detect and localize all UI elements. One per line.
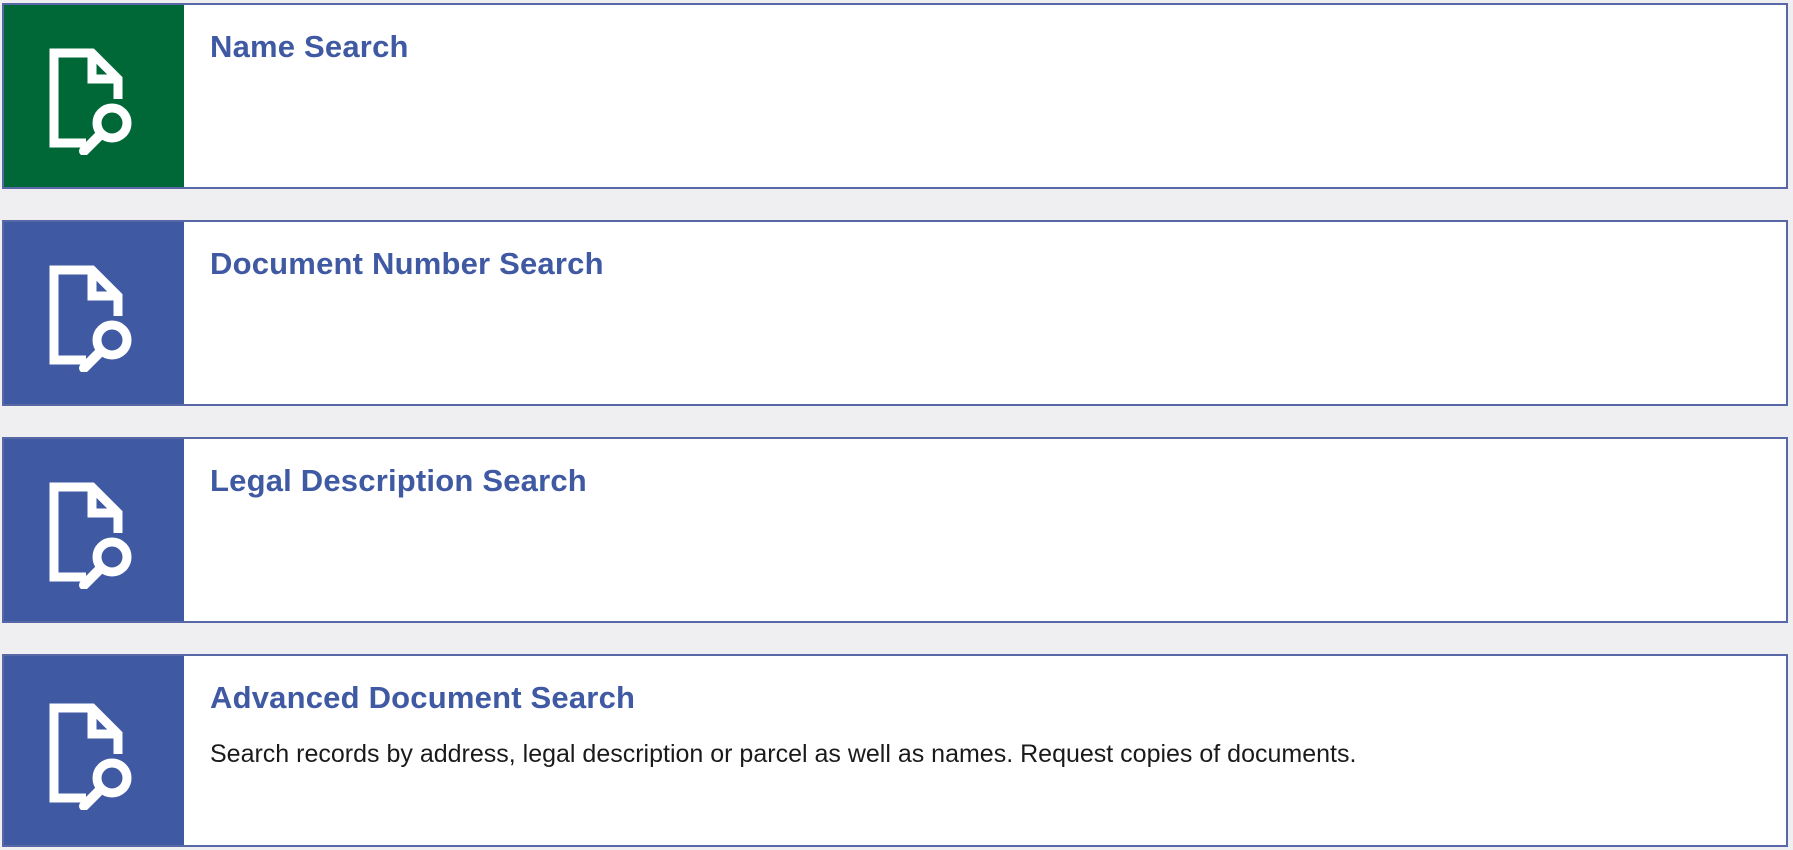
document-search-icon [49, 48, 132, 155]
card-body: Legal Description Search [184, 439, 587, 621]
card-body: Document Number Search [184, 222, 604, 404]
search-card-advanced-document[interactable]: Advanced Document Search Search records … [2, 654, 1788, 847]
card-title[interactable]: Document Number Search [210, 248, 604, 279]
card-body: Name Search [184, 5, 409, 187]
card-description: Search records by address, legal descrip… [210, 740, 1357, 768]
document-search-icon [49, 482, 132, 589]
card-title[interactable]: Legal Description Search [210, 465, 587, 496]
search-card-name[interactable]: Name Search [2, 3, 1788, 189]
card-title[interactable]: Advanced Document Search [210, 682, 1356, 713]
card-body: Advanced Document Search Search records … [184, 656, 1356, 845]
search-card-document-number[interactable]: Document Number Search [2, 220, 1788, 406]
card-title[interactable]: Name Search [210, 31, 409, 62]
document-search-icon [49, 703, 132, 810]
card-icon-tile [4, 439, 184, 621]
search-card-legal-description[interactable]: Legal Description Search [2, 437, 1788, 623]
document-search-icon [49, 265, 132, 372]
card-icon-tile [4, 222, 184, 404]
card-icon-tile [4, 656, 184, 845]
card-icon-tile [4, 5, 184, 187]
